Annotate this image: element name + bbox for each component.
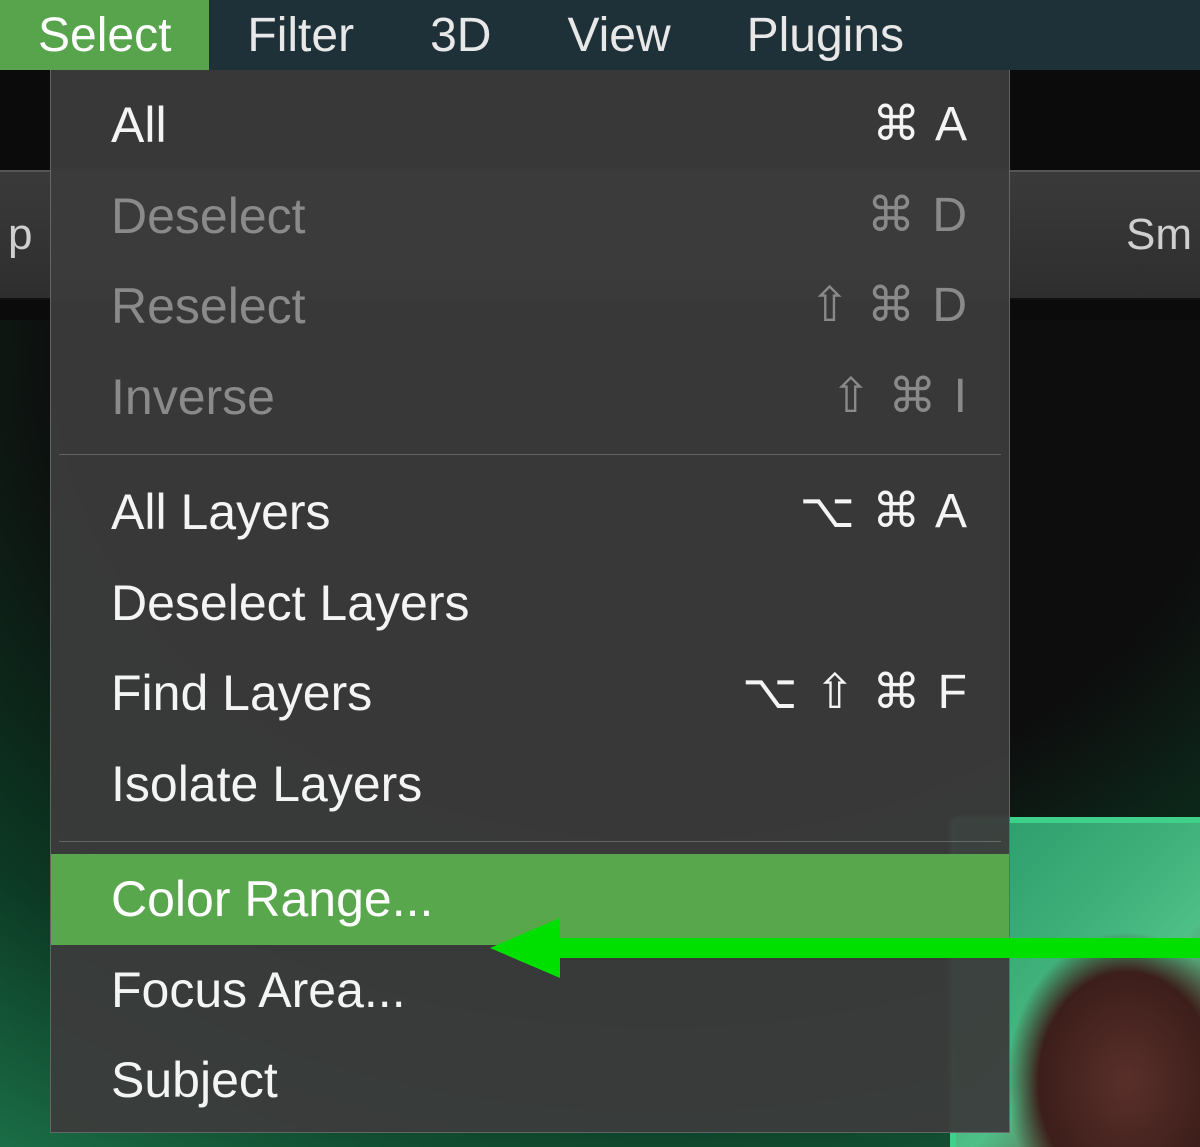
menu-item-find-layers[interactable]: Find Layers ⌥ ⇧ ⌘ F xyxy=(51,648,1009,739)
menu-item-label: Subject xyxy=(111,1049,929,1112)
select-menu-dropdown: All ⌘ A Deselect ⌘ D Reselect ⇧ ⌘ D Inve… xyxy=(50,70,1010,1133)
menu-item-subject[interactable]: Subject xyxy=(51,1035,1009,1126)
app-root: Select Filter 3D View Plugins p Sm GI Al… xyxy=(0,0,1200,1147)
menu-separator xyxy=(59,454,1001,455)
menu-item-label: Deselect xyxy=(111,185,827,248)
menu-item-deselect: Deselect ⌘ D xyxy=(51,171,1009,262)
menu-plugins[interactable]: Plugins xyxy=(709,0,942,70)
menu-item-shortcut: ⌘ D xyxy=(827,186,969,246)
menu-filter[interactable]: Filter xyxy=(209,0,392,70)
menu-item-label: All xyxy=(111,94,832,157)
menu-item-shortcut: ⌥ ⇧ ⌘ F xyxy=(702,663,969,723)
menu-item-deselect-layers[interactable]: Deselect Layers xyxy=(51,558,1009,649)
menu-item-inverse: Inverse ⇧ ⌘ I xyxy=(51,352,1009,443)
menu-view[interactable]: View xyxy=(529,0,708,70)
menu-item-focus-area[interactable]: Focus Area... xyxy=(51,945,1009,1036)
menu-item-label: Reselect xyxy=(111,275,769,338)
menu-item-shortcut: ⌥ ⌘ A xyxy=(760,482,969,542)
menu-item-label: Color Range... xyxy=(111,868,929,931)
menu-item-isolate-layers[interactable]: Isolate Layers xyxy=(51,739,1009,830)
menu-item-reselect: Reselect ⇧ ⌘ D xyxy=(51,261,1009,352)
menu-item-label: Deselect Layers xyxy=(111,572,929,635)
menu-item-label: All Layers xyxy=(111,481,760,544)
menu-item-all-layers[interactable]: All Layers ⌥ ⌘ A xyxy=(51,467,1009,558)
menu-item-label: Isolate Layers xyxy=(111,753,929,816)
menu-item-shortcut: ⇧ ⌘ I xyxy=(791,367,969,427)
menu-item-shortcut: ⌘ A xyxy=(832,95,969,155)
menu-separator xyxy=(59,841,1001,842)
menu-item-all[interactable]: All ⌘ A xyxy=(51,80,1009,171)
menu-item-label: Find Layers xyxy=(111,662,702,725)
menu-item-shortcut: ⇧ ⌘ D xyxy=(769,276,969,336)
options-bar-right-fragment: Sm xyxy=(1126,210,1192,260)
options-bar-left-fragment: p xyxy=(8,210,32,260)
menu-3d[interactable]: 3D xyxy=(392,0,529,70)
menu-item-color-range[interactable]: Color Range... xyxy=(51,854,1009,945)
menu-item-label: Focus Area... xyxy=(111,959,929,1022)
menubar: Select Filter 3D View Plugins xyxy=(0,0,1200,70)
menu-item-label: Inverse xyxy=(111,366,791,429)
menu-select[interactable]: Select xyxy=(0,0,209,70)
